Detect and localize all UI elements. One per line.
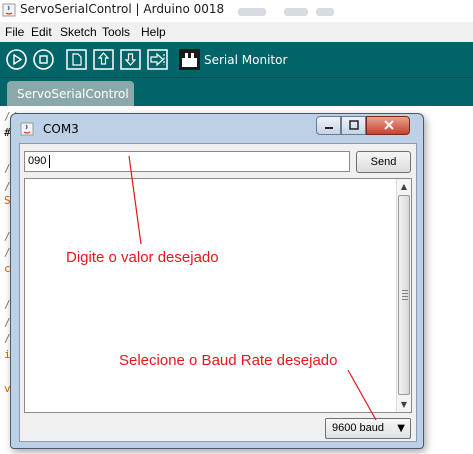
minimize-button[interactable] [316,116,341,135]
save-button[interactable] [120,49,141,70]
maximize-icon [349,120,359,130]
menu-edit[interactable]: Edit [31,25,52,39]
menu-tools[interactable]: Tools [102,25,130,39]
text-caret [49,155,50,168]
scroll-down-icon[interactable]: ▼ [397,397,411,412]
open-icon [93,49,114,70]
annotation-input-note: Digite o valor desejado [66,249,219,266]
send-button[interactable]: Send [356,151,411,173]
blurred-titlebar-button [238,8,266,16]
minimize-icon [325,127,333,129]
maximize-button[interactable] [341,116,366,135]
save-icon [120,49,141,70]
new-button[interactable] [66,49,87,70]
serial-input-value: 090 [28,155,47,167]
tab-servoserialcontrol[interactable]: ServoSerialControl [7,81,134,106]
run-icon [6,49,27,70]
scrollbar-thumb[interactable] [398,195,410,395]
grip-line [402,293,408,294]
vertical-scrollbar[interactable]: ▲ ▼ [396,179,411,412]
serial-monitor-button[interactable] [179,49,200,70]
grip-line [402,299,408,300]
serial-input-field[interactable]: 090 [24,151,350,172]
menu-sketch[interactable]: Sketch [60,25,97,39]
stop-icon [33,49,54,70]
serial-monitor-dialog: COM3 090 Send ▲ ▼ 9600 baud ▼ [10,113,424,449]
java-app-icon [2,3,16,17]
ide-titlebar: ServoSerialControl | Arduino 0018 [0,0,473,22]
dialog-title: COM3 [43,122,79,136]
menu-file[interactable]: File [5,25,24,39]
toolbar: Serial Monitor [0,42,473,78]
run-button[interactable] [6,49,27,70]
grip-line [402,296,408,297]
java-app-icon [20,122,34,136]
close-button[interactable] [366,116,410,135]
dropdown-arrow-icon: ▼ [397,423,405,434]
tab-label: ServoSerialControl [17,87,129,101]
baud-rate-value: 9600 baud [332,422,384,434]
blurred-titlebar-button [284,8,308,16]
annotation-baud-note: Selecione o Baud Rate desejado [119,352,338,369]
baud-rate-select[interactable]: 9600 baud ▼ [325,418,411,439]
window-title: ServoSerialControl | Arduino 0018 [20,2,225,16]
grip-line [402,290,408,291]
menu-help[interactable]: Help [141,25,166,39]
tabstrip: ServoSerialControl [0,78,473,106]
upload-button[interactable] [147,49,168,70]
dialog-client-area: 090 Send ▲ ▼ 9600 baud ▼ [19,143,417,442]
new-file-icon [66,49,87,70]
upload-icon [147,49,168,70]
close-icon [384,120,394,130]
serial-output-area[interactable]: ▲ ▼ [24,178,412,413]
open-button[interactable] [93,49,114,70]
menubar: File Edit Sketch Tools Help [0,22,473,42]
stop-button[interactable] [33,49,54,70]
serial-monitor-label[interactable]: Serial Monitor [204,53,287,67]
scroll-up-icon[interactable]: ▲ [397,179,411,194]
blurred-titlebar-button [316,8,334,16]
serial-monitor-icon [179,49,200,70]
